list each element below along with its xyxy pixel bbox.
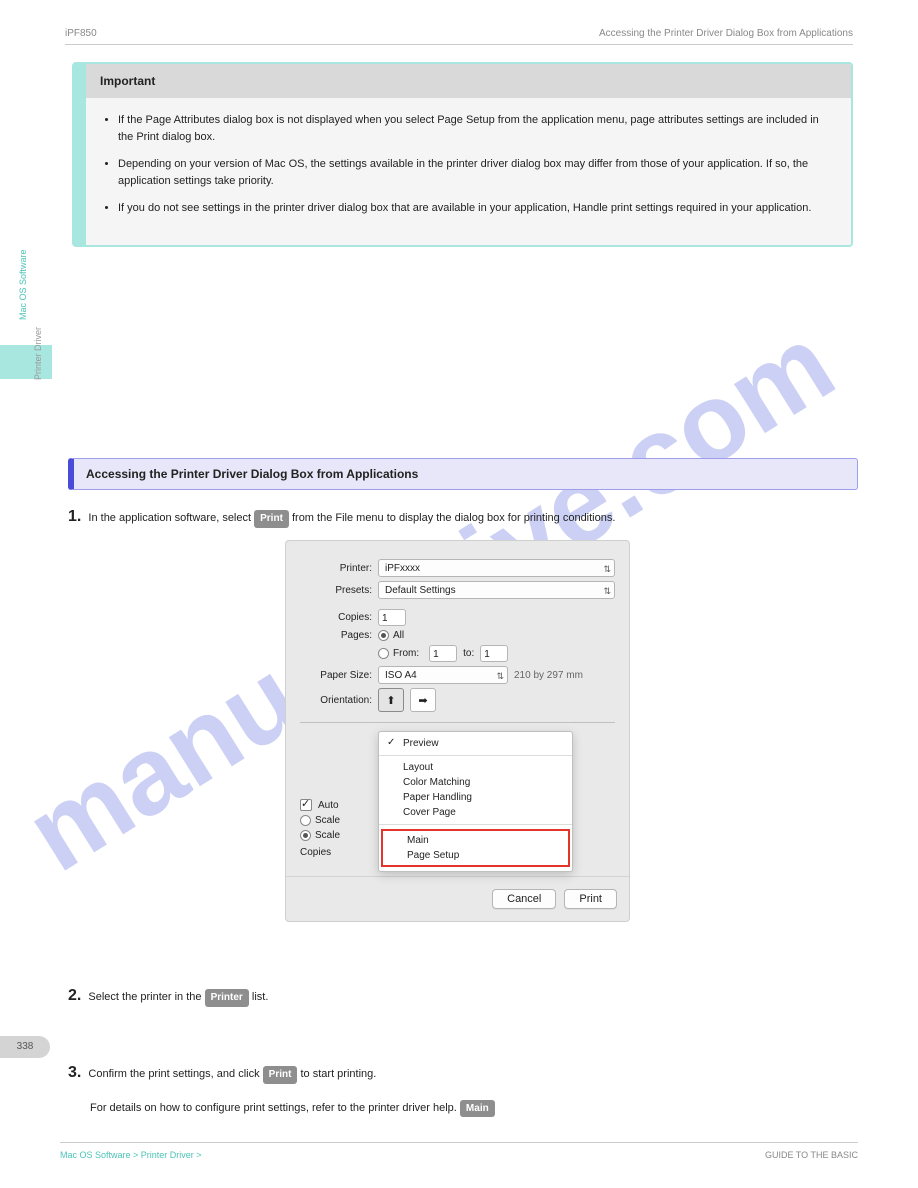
side-tab-text-bottom: Printer Driver	[33, 327, 43, 380]
procedure-heading: Accessing the Printer Driver Dialog Box …	[68, 458, 858, 490]
dropdown-item-cover-page[interactable]: Cover Page	[379, 805, 572, 820]
printer-label: Printer:	[300, 563, 378, 574]
step-number: 1.	[68, 508, 81, 525]
scale-radio-2[interactable]: Scale	[300, 830, 340, 841]
step-3: 3. Confirm the print settings, and click…	[68, 1061, 495, 1117]
papersize-dimensions: 210 by 297 mm	[508, 670, 583, 681]
step-text: to start printing.	[301, 1068, 377, 1080]
bottom-rule	[60, 1142, 858, 1143]
orientation-landscape[interactable]: ➡︎	[410, 688, 436, 712]
ui-chip-printer: Printer	[205, 989, 249, 1007]
step-1: 1. In the application software, select P…	[68, 505, 615, 530]
auto-checkbox[interactable]	[300, 799, 312, 811]
cancel-button[interactable]: Cancel	[492, 889, 556, 909]
ui-chip-print2: Print	[263, 1066, 298, 1084]
footer-right: GUIDE TO THE BASIC	[765, 1150, 858, 1160]
print-dialog: Printer: iPFxxxx Presets: Default Settin…	[285, 540, 630, 922]
important-box: Important If the Page Attributes dialog …	[72, 62, 853, 247]
papersize-label: Paper Size:	[300, 670, 378, 681]
step-number: 3.	[68, 1064, 81, 1081]
dropdown-item-main[interactable]: Main	[383, 833, 568, 848]
from-input[interactable]: 1	[429, 645, 457, 662]
important-body: If the Page Attributes dialog box is not…	[86, 98, 851, 245]
ui-chip-print: Print	[254, 510, 289, 528]
step-note: For details on how to configure print se…	[90, 1100, 495, 1118]
ui-chip-main: Main	[460, 1100, 495, 1118]
print-button[interactable]: Print	[564, 889, 617, 909]
dropdown-item-paper-handling[interactable]: Paper Handling	[379, 790, 572, 805]
to-input[interactable]: 1	[480, 645, 508, 662]
important-item: Depending on your version of Mac OS, the…	[118, 156, 833, 190]
important-item: If the Page Attributes dialog box is not…	[118, 112, 833, 146]
top-rule	[65, 44, 853, 45]
auto-label: Auto	[318, 800, 339, 811]
step-text: Select the printer in the	[88, 991, 204, 1003]
printer-select[interactable]: iPFxxxx	[378, 559, 615, 577]
dropdown-item-color-matching[interactable]: Color Matching	[379, 775, 572, 790]
side-tab	[0, 345, 52, 379]
step-text: from the File menu to display the dialog…	[292, 512, 615, 524]
running-header-left: iPF850	[65, 28, 97, 39]
dropdown-item-page-setup[interactable]: Page Setup	[383, 848, 568, 863]
dropdown-highlight-box: Main Page Setup	[381, 829, 570, 867]
scale-radio-1[interactable]: Scale	[300, 815, 340, 826]
dropdown-item-preview[interactable]: Preview	[379, 736, 572, 751]
dialog-separator	[300, 722, 615, 723]
copies-per-label: Copies	[300, 847, 335, 858]
step-text: In the application software, select	[88, 512, 254, 524]
copies-label: Copies:	[300, 612, 378, 623]
papersize-select[interactable]: ISO A4	[378, 666, 508, 684]
step-text: list.	[252, 991, 269, 1003]
presets-select[interactable]: Default Settings	[378, 581, 615, 599]
copies-input[interactable]: 1	[378, 609, 406, 626]
running-header-right: Accessing the Printer Driver Dialog Box …	[599, 28, 853, 39]
pages-label: Pages:	[300, 630, 378, 641]
orientation-label: Orientation:	[300, 695, 378, 706]
presets-label: Presets:	[300, 585, 378, 596]
to-label: to:	[457, 648, 480, 659]
important-title: Important	[86, 64, 851, 98]
pages-all-radio[interactable]: All	[378, 630, 404, 641]
side-tab-text-top: Mac OS Software	[18, 249, 28, 320]
step-number: 2.	[68, 987, 81, 1004]
pages-from-radio[interactable]: From:	[378, 648, 419, 659]
page-number-badge: 338	[0, 1036, 50, 1058]
orientation-portrait[interactable]: ⬆︎	[378, 688, 404, 712]
footer-left: Mac OS Software > Printer Driver >	[60, 1150, 202, 1160]
step-2: 2. Select the printer in the Printer lis…	[68, 984, 268, 1009]
dropdown-item-layout[interactable]: Layout	[379, 760, 572, 775]
important-item: If you do not see settings in the printe…	[118, 200, 833, 217]
step-text: Confirm the print settings, and click	[88, 1068, 262, 1080]
